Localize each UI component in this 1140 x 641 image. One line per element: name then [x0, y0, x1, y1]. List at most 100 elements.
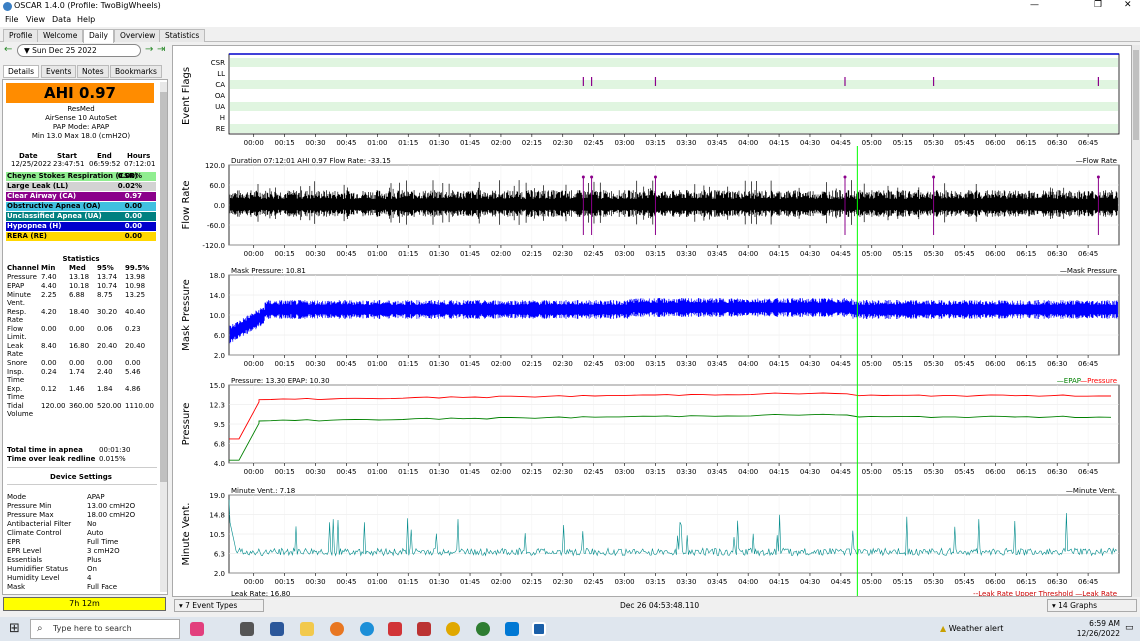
- menu-data[interactable]: Data: [52, 15, 71, 24]
- minute-vent-legend: —Minute Vent.: [1066, 487, 1117, 495]
- oscar-taskbar-icon[interactable]: [532, 622, 546, 636]
- time-tick-label: 02:15: [522, 578, 542, 586]
- tab-welcome[interactable]: Welcome: [37, 29, 84, 42]
- ca-event-dot: [653, 175, 657, 179]
- time-tick-label: 06:30: [1047, 139, 1067, 147]
- graphs-dropdown[interactable]: ▾ 14 Graphs: [1047, 599, 1137, 612]
- minimize-icon[interactable]: —: [1030, 0, 1039, 10]
- menu-view[interactable]: View: [26, 15, 45, 24]
- time-tick-label: 00:30: [305, 360, 325, 368]
- app-icon-3[interactable]: [388, 622, 402, 636]
- y-tick-label: 2.0: [214, 570, 225, 578]
- graph-header: Minute Vent.: 7.18: [231, 487, 295, 495]
- event-row[interactable]: RERA (RE) 0.00: [6, 232, 156, 241]
- event-row[interactable]: Large Leak (LL) 0.02%: [6, 182, 156, 191]
- menu-help[interactable]: Help: [77, 15, 95, 24]
- tab-overview[interactable]: Overview: [114, 29, 162, 42]
- y-tick-label: 120.0: [205, 162, 225, 170]
- task-view-icon[interactable]: [240, 622, 254, 636]
- app-icon-5[interactable]: [505, 622, 519, 636]
- time-tick-label: 05:30: [923, 250, 943, 258]
- time-tick-label: 05:30: [923, 360, 943, 368]
- time-tick-label: 03:45: [707, 468, 727, 476]
- chrome-icon[interactable]: [446, 622, 460, 636]
- graph-scroll-thumb[interactable]: [1133, 50, 1139, 140]
- weather-alert[interactable]: ▲ Weather alert: [940, 624, 1003, 633]
- mask-legend: —Mask Pressure: [1060, 267, 1117, 275]
- menu-file[interactable]: File: [5, 15, 18, 24]
- pap-mode: PAP Mode: APAP: [52, 123, 110, 131]
- tab-details[interactable]: Details: [3, 65, 40, 78]
- time-tick-label: 04:30: [800, 250, 820, 258]
- word-icon[interactable]: [270, 622, 284, 636]
- tab-notes[interactable]: Notes: [77, 65, 109, 78]
- graphs-svg[interactable]: Event Flags CSR LL CA OA UA H RE 00:00 00:15 00:30…: [173, 46, 1132, 597]
- time-tick-label: 03:15: [645, 139, 665, 147]
- y-tick-label: 18.0: [209, 272, 225, 280]
- app-icon-1[interactable]: [190, 622, 204, 636]
- notification-icon[interactable]: ▭: [1125, 623, 1134, 633]
- tab-profile[interactable]: Profile: [3, 29, 39, 42]
- graph-y-label: Mask Pressure: [181, 279, 192, 351]
- tab-bookmarks[interactable]: Bookmarks: [110, 65, 162, 78]
- ahi-value: AHI 0.97: [6, 83, 154, 103]
- edge-icon[interactable]: [360, 622, 374, 636]
- time-tick-label: 01:30: [429, 360, 449, 368]
- y-tick-label: 6.8: [214, 441, 225, 449]
- event-row[interactable]: Clear Airway (CA) 0.97: [6, 192, 156, 201]
- time-tick-label: 02:30: [553, 360, 573, 368]
- time-tick-label: 02:45: [584, 139, 604, 147]
- app-icon-2[interactable]: [330, 622, 344, 636]
- time-tick-label: 04:00: [738, 578, 758, 586]
- time-tick-label: 00:15: [275, 468, 295, 476]
- event-label: RERA (RE): [7, 232, 47, 240]
- time-tick-label: 06:00: [985, 360, 1005, 368]
- tab-events[interactable]: Events: [41, 65, 77, 78]
- last-day-arrow-icon[interactable]: ⇥: [157, 44, 165, 55]
- time-tick-label: 01:45: [460, 250, 480, 258]
- time-tick-label: 05:15: [893, 578, 913, 586]
- time-tick-label: 02:00: [491, 360, 511, 368]
- maximize-icon[interactable]: ❐: [1094, 0, 1102, 10]
- windows-start-icon[interactable]: ⊞: [9, 621, 20, 636]
- time-tick-label: 04:45: [831, 250, 851, 258]
- device-model: AirSense 10 AutoSet: [45, 114, 117, 122]
- time-tick-label: 06:30: [1047, 468, 1067, 476]
- time-tick-label: 00:15: [275, 250, 295, 258]
- event-label: Large Leak (LL): [7, 182, 69, 190]
- left-panel-tabs: Details Events Notes Bookmarks: [0, 65, 170, 79]
- tab-statistics[interactable]: Statistics: [159, 29, 206, 42]
- clock-date: 12/26/2022: [1076, 629, 1120, 638]
- event-row[interactable]: Unclassified Apnea (UA) 0.00: [6, 212, 156, 221]
- event-row[interactable]: Cheyne Stokes Respiration (CSR) 0.00%: [6, 172, 156, 181]
- event-row[interactable]: Obstructive Apnea (OA) 0.00: [6, 202, 156, 211]
- app-icon-4[interactable]: [417, 622, 431, 636]
- pressure-range: Min 13.0 Max 18.0 (cmH2O): [31, 132, 131, 140]
- date-picker[interactable]: ▼ Sun Dec 25 2022: [17, 44, 141, 57]
- event-label: Unclassified Apnea (UA): [7, 212, 102, 220]
- next-day-arrow-icon[interactable]: →: [145, 44, 153, 55]
- close-icon[interactable]: ✕: [1124, 0, 1132, 10]
- time-tick-label: 05:00: [862, 468, 882, 476]
- time-tick-label: 06:30: [1047, 360, 1067, 368]
- system-tray[interactable]: 6:59 AM 12/26/2022: [1077, 619, 1120, 639]
- time-tick-label: 02:00: [491, 468, 511, 476]
- time-tick-label: 03:45: [707, 250, 727, 258]
- graph-area[interactable]: Event Flags CSR LL CA OA UA H RE 00:00 00:15 00:30…: [172, 45, 1132, 597]
- graph-y-label: Minute Vent.: [181, 503, 192, 566]
- time-tick-label: 06:15: [1016, 360, 1036, 368]
- file-explorer-icon[interactable]: [300, 622, 314, 636]
- event-row[interactable]: Hypopnea (H) 0.00: [6, 222, 156, 231]
- graph-scrollbar[interactable]: [1132, 45, 1140, 597]
- event-types-dropdown[interactable]: ▾ 7 Event Types: [174, 599, 264, 612]
- y-tick-label: 2.0: [214, 352, 225, 360]
- taskbar-search[interactable]: ⌕ Type here to search: [30, 619, 180, 639]
- tab-daily[interactable]: Daily: [83, 29, 114, 43]
- time-tick-label: 05:45: [954, 250, 974, 258]
- scroll-thumb[interactable]: [160, 92, 167, 482]
- chrome-icon-2[interactable]: [476, 622, 490, 636]
- device-settings-title: Device Settings: [50, 473, 112, 481]
- time-tick-label: 03:00: [614, 468, 634, 476]
- details-scrollbar[interactable]: [160, 82, 167, 592]
- prev-day-arrow-icon[interactable]: ←: [4, 44, 12, 55]
